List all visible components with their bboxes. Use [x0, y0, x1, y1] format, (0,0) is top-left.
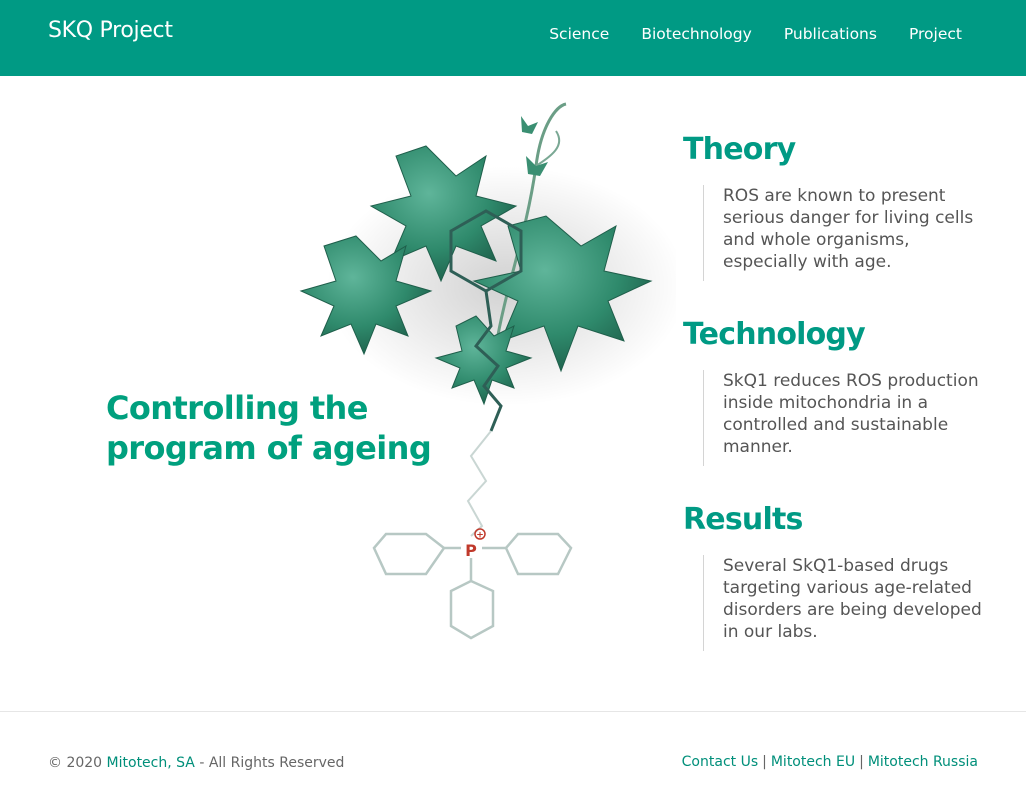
hero-title: Controlling the program of ageing [106, 388, 432, 468]
phosphorus-atom-label: P [465, 541, 477, 560]
brand-logo-link[interactable]: SKQ Project [48, 18, 173, 43]
results-section: Results Several SkQ1-based drugs targeti… [683, 503, 983, 651]
technology-text: SkQ1 reduces ROS production inside mitoc… [703, 370, 983, 466]
main-nav: Science Biotechnology Publications Proje… [517, 25, 962, 43]
theory-text: ROS are known to present serious danger … [703, 185, 983, 281]
hero-illustration: P + [299, 102, 676, 640]
alkyl-chain [466, 430, 492, 537]
footer-divider [0, 711, 1026, 712]
nav-science[interactable]: Science [549, 25, 609, 43]
mitotech-russia-link[interactable]: Mitotech Russia [868, 754, 978, 770]
nav-publications[interactable]: Publications [784, 25, 877, 43]
svg-text:+: + [476, 531, 484, 541]
technology-section: Technology SkQ1 reduces ROS production i… [683, 318, 983, 466]
results-heading: Results [683, 502, 803, 537]
mitotech-eu-link[interactable]: Mitotech EU [771, 754, 855, 770]
hero-title-line-2: program of ageing [106, 429, 432, 467]
nav-biotechnology[interactable]: Biotechnology [641, 25, 752, 43]
top-navbar: SKQ Project Science Biotechnology Public… [0, 0, 1026, 76]
technology-heading: Technology [683, 317, 866, 352]
results-text: Several SkQ1-based drugs targeting vario… [703, 555, 983, 651]
copyright-notice: © 2020 Mitotech, SA - All Rights Reserve… [48, 755, 345, 771]
theory-section: Theory ROS are known to present serious … [683, 133, 983, 281]
contact-us-link[interactable]: Contact Us [682, 754, 758, 770]
company-link[interactable]: Mitotech, SA [107, 755, 195, 771]
theory-heading: Theory [683, 132, 796, 167]
hero-title-line-1: Controlling the [106, 389, 368, 427]
nav-project[interactable]: Project [909, 25, 962, 43]
footer-links: Contact Us | Mitotech EU | Mitotech Russia [681, 754, 978, 770]
